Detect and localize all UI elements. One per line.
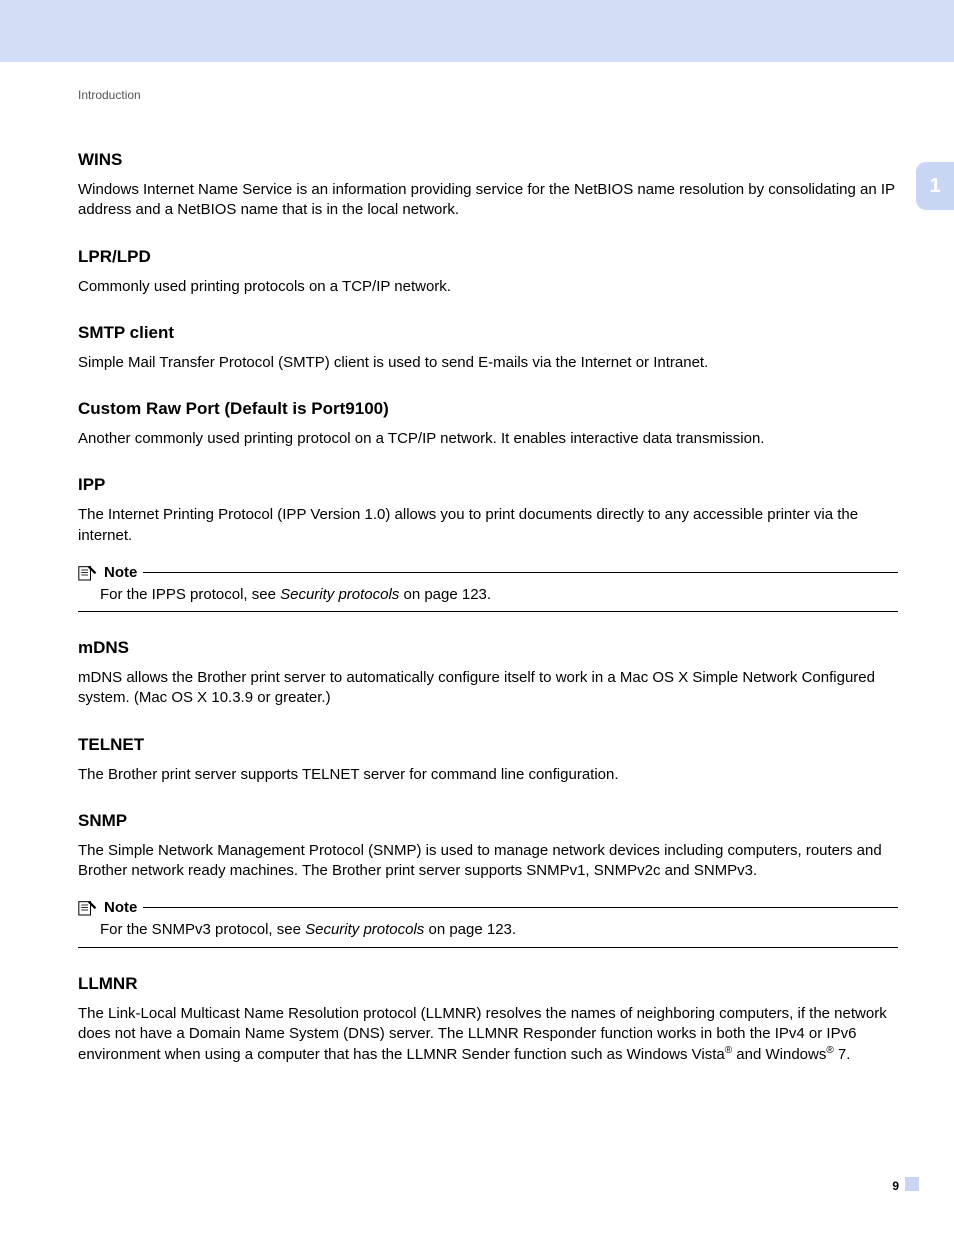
- registered-mark-icon: ®: [826, 1045, 833, 1056]
- note-ipps: Note For the IPPS protocol, see Security…: [78, 564, 898, 612]
- llmnr-mid: and Windows: [732, 1046, 826, 1063]
- heading-telnet: TELNET: [78, 735, 898, 755]
- body-snmp: The Simple Network Management Protocol (…: [78, 841, 898, 882]
- breadcrumb: Introduction: [78, 88, 898, 102]
- note-header: Note: [78, 564, 898, 581]
- note-snmpv3-link[interactable]: Security protocols: [305, 921, 424, 938]
- note-snmpv3: Note For the SNMPv3 protocol, see Securi…: [78, 899, 898, 947]
- body-ipp: The Internet Printing Protocol (IPP Vers…: [78, 505, 898, 546]
- chapter-tab: 1: [916, 162, 954, 210]
- note-ipps-link[interactable]: Security protocols: [280, 586, 399, 603]
- note-snmpv3-text: For the SNMPv3 protocol, see Security pr…: [78, 920, 898, 947]
- note-snmpv3-post: on page 123.: [424, 921, 516, 938]
- note-header: Note: [78, 899, 898, 916]
- note-rule: [143, 907, 898, 908]
- header-blue-bar: [0, 0, 954, 62]
- page-content: Introduction WINS Windows Internet Name …: [0, 62, 954, 1065]
- heading-smtp: SMTP client: [78, 323, 898, 343]
- note-label: Note: [104, 899, 137, 916]
- body-lprlpd: Commonly used printing protocols on a TC…: [78, 277, 898, 297]
- heading-llmnr: LLMNR: [78, 974, 898, 994]
- body-wins: Windows Internet Name Service is an info…: [78, 180, 898, 221]
- page-number: 9: [892, 1179, 899, 1193]
- heading-mdns: mDNS: [78, 638, 898, 658]
- body-smtp: Simple Mail Transfer Protocol (SMTP) cli…: [78, 353, 898, 373]
- heading-lprlpd: LPR/LPD: [78, 247, 898, 267]
- note-icon: [78, 899, 98, 916]
- body-llmnr: The Link-Local Multicast Name Resolution…: [78, 1004, 898, 1066]
- note-rule: [143, 572, 898, 573]
- heading-snmp: SNMP: [78, 811, 898, 831]
- note-label: Note: [104, 564, 137, 581]
- heading-ipp: IPP: [78, 475, 898, 495]
- note-ipps-text: For the IPPS protocol, see Security prot…: [78, 585, 898, 612]
- body-telnet: The Brother print server supports TELNET…: [78, 765, 898, 785]
- chapter-tab-number: 1: [929, 175, 940, 198]
- note-ipps-post: on page 123.: [399, 586, 491, 603]
- body-rawport: Another commonly used printing protocol …: [78, 429, 898, 449]
- note-ipps-pre: For the IPPS protocol, see: [100, 586, 280, 603]
- heading-wins: WINS: [78, 150, 898, 170]
- page-footer-marker: [905, 1177, 919, 1191]
- body-mdns: mDNS allows the Brother print server to …: [78, 668, 898, 709]
- note-icon: [78, 564, 98, 581]
- heading-rawport: Custom Raw Port (Default is Port9100): [78, 399, 898, 419]
- llmnr-post: 7.: [834, 1046, 851, 1063]
- note-snmpv3-pre: For the SNMPv3 protocol, see: [100, 921, 305, 938]
